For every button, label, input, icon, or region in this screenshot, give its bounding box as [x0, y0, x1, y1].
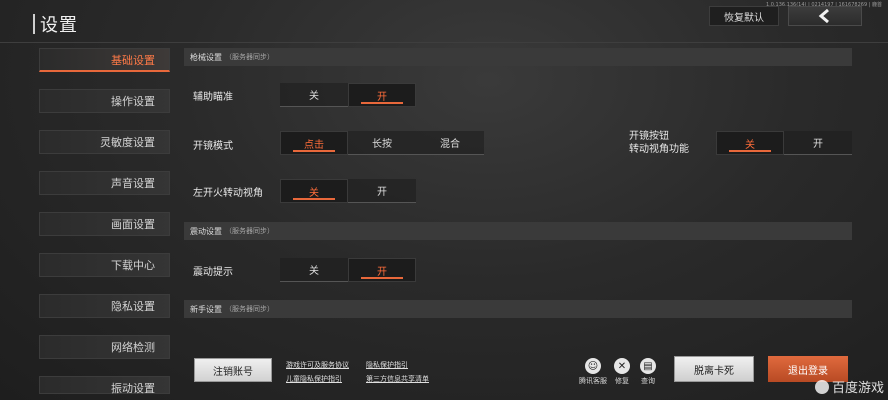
page-title: 设置 — [40, 15, 78, 36]
license-agreement-link[interactable]: 游戏许可及服务协议 — [286, 360, 349, 370]
section-title: 震动设置 — [190, 226, 222, 236]
restore-default-button[interactable]: 恢复默认 — [709, 6, 779, 26]
sidebar-item-downloads[interactable]: 下载中心 — [39, 253, 170, 277]
sidebar-item-sound[interactable]: 声音设置 — [39, 171, 170, 195]
unstuck-button[interactable]: 脱离卡死 — [674, 356, 754, 382]
sidebar-item-sensitivity[interactable]: 灵敏度设置 — [39, 130, 170, 154]
left-fire-on-option[interactable]: 开 — [348, 179, 416, 203]
scope-button-off-option[interactable]: 关 — [716, 131, 784, 155]
footer-bar: 注销账号 游戏许可及服务协议 隐私保护指引 儿童隐私保护指引 第三方信息共享清单… — [0, 352, 888, 400]
scope-mode-label: 开镜模式 — [193, 141, 233, 152]
tool-label: 腾讯客服 — [579, 377, 607, 385]
tool-label: 查询 — [641, 377, 655, 385]
left-fire-label: 左开火转动视角 — [193, 188, 263, 199]
query-button[interactable]: ▤ 查询 — [633, 358, 663, 386]
scope-button-toggle: 关 开 — [716, 131, 852, 155]
aim-assist-on-option[interactable]: 开 — [348, 83, 416, 107]
scope-mode-hold-option[interactable]: 长按 — [348, 131, 416, 155]
scope-mode-tap-option[interactable]: 点击 — [280, 131, 348, 155]
scope-button-label-line2: 转动视角功能 — [629, 144, 689, 155]
section-title: 新手设置 — [190, 304, 222, 314]
section-novice-settings: 新手设置 （服务器同步） — [184, 300, 852, 318]
third-party-info-link[interactable]: 第三方信息共享清单 — [366, 374, 429, 384]
child-privacy-link[interactable]: 儿童隐私保护指引 — [286, 374, 342, 384]
vibration-hint-off-option[interactable]: 关 — [280, 258, 348, 282]
vibration-hint-toggle: 关 开 — [280, 258, 416, 282]
vibration-hint-label: 震动提示 — [193, 267, 233, 278]
tencent-support-icon: ☺ — [585, 358, 601, 374]
query-search-icon: ▤ — [640, 358, 656, 374]
vibration-hint-on-option[interactable]: 开 — [348, 258, 416, 282]
watermark-text: 百度游戏 — [831, 381, 884, 396]
scope-button-label-line1: 开镜按钮 — [629, 131, 669, 142]
scope-button-label: 开镜按钮 转动视角功能 — [629, 130, 689, 156]
tencent-support-button[interactable]: ☺ 腾讯客服 — [578, 358, 608, 386]
title-bar: 设置 1.0.136.136(14) | 0214197 | 161678269… — [0, 0, 888, 42]
sidebar-item-basic[interactable]: 基础设置 — [39, 48, 170, 72]
sidebar-item-graphics[interactable]: 画面设置 — [39, 212, 170, 236]
section-subtitle: （服务器同步） — [225, 305, 274, 313]
watermark: 百度游戏 — [814, 377, 884, 396]
scope-mode-mixed-option[interactable]: 混合 — [416, 131, 484, 155]
section-subtitle: （服务器同步） — [225, 227, 274, 235]
aim-assist-toggle: 关 开 — [280, 83, 416, 107]
sidebar-item-privacy[interactable]: 隐私设置 — [39, 294, 170, 318]
left-fire-toggle: 关 开 — [280, 179, 416, 203]
section-title: 枪械设置 — [190, 52, 222, 62]
header-divider — [0, 42, 888, 43]
cancel-account-button[interactable]: 注销账号 — [194, 358, 272, 382]
sidebar-item-controls[interactable]: 操作设置 — [39, 89, 170, 113]
left-fire-off-option[interactable]: 关 — [280, 179, 348, 203]
baidu-paw-icon — [814, 379, 829, 394]
scope-button-on-option[interactable]: 开 — [784, 131, 852, 155]
aim-assist-off-option[interactable]: 关 — [280, 83, 348, 107]
scope-mode-selector: 点击 长按 混合 — [280, 131, 484, 155]
aim-assist-label: 辅助瞄准 — [193, 92, 233, 103]
title-accent-bar — [33, 14, 35, 34]
chevron-left-icon — [818, 9, 829, 23]
section-gun-settings: 枪械设置 （服务器同步） — [184, 48, 852, 66]
privacy-guide-link[interactable]: 隐私保护指引 — [366, 360, 408, 370]
wrench-repair-icon: ✕ — [614, 358, 630, 374]
back-button[interactable] — [788, 6, 862, 26]
section-subtitle: （服务器同步） — [225, 53, 274, 61]
section-vibration-settings: 震动设置 （服务器同步） — [184, 222, 852, 240]
